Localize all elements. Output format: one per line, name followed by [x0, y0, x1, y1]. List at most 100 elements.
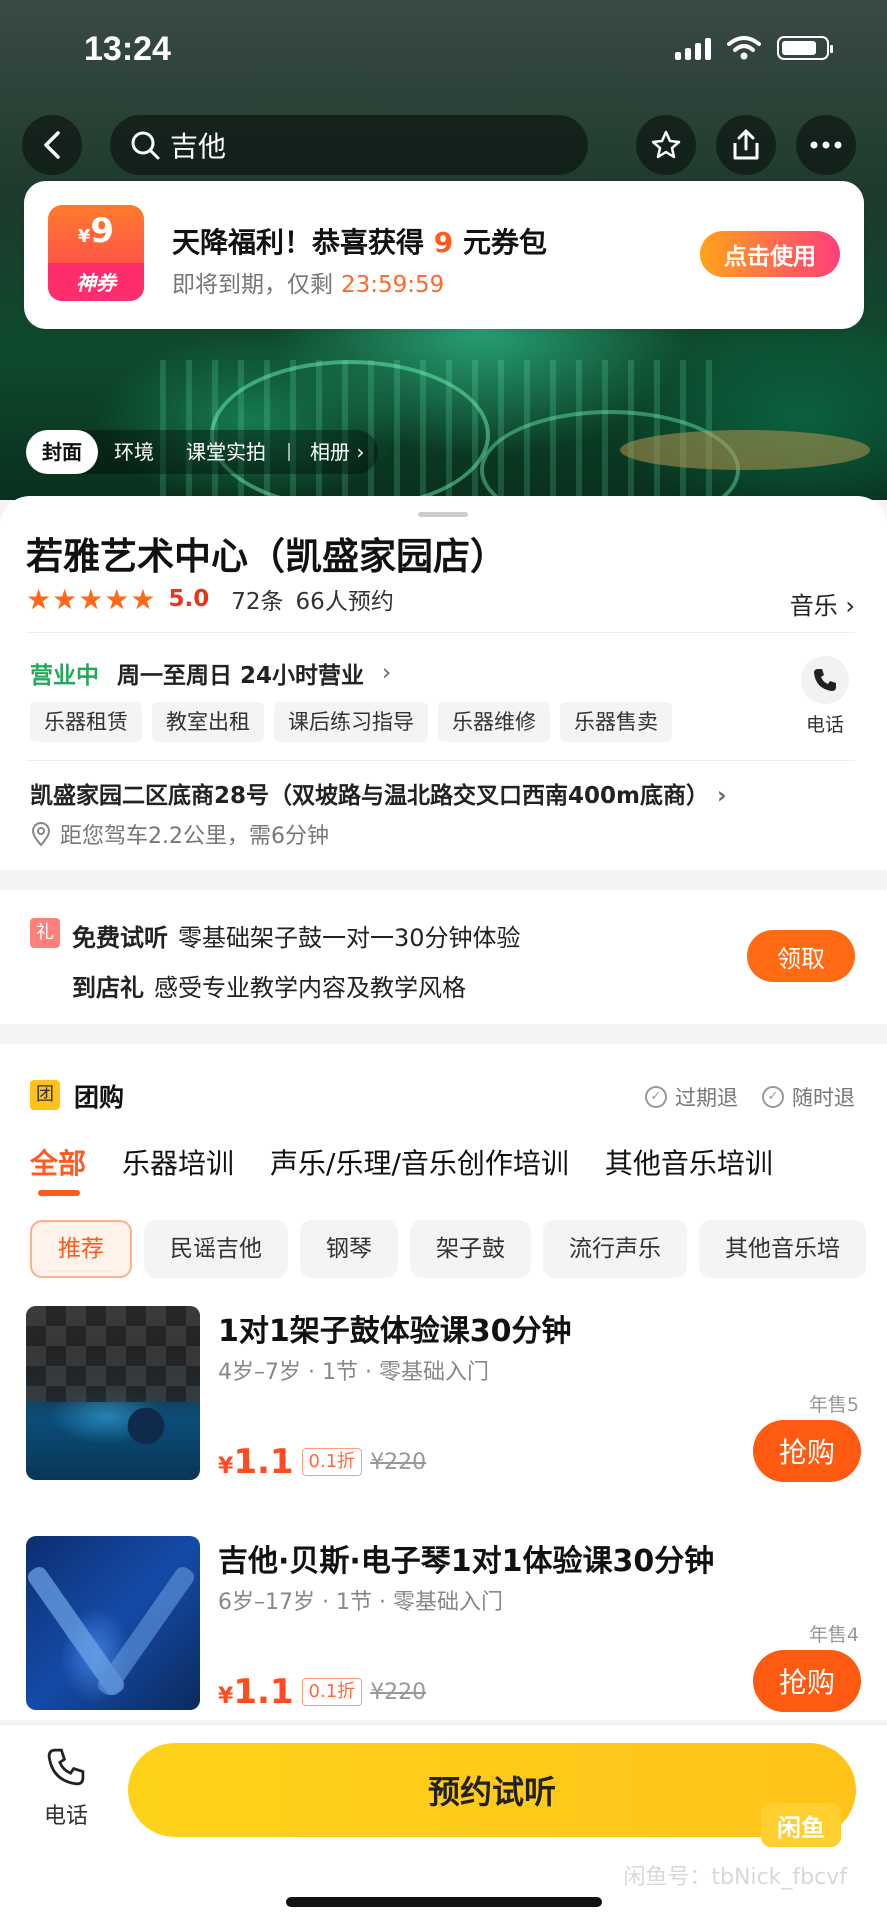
- share-icon: [733, 129, 759, 160]
- album-separator: [288, 443, 290, 461]
- claim-button[interactable]: 领取: [747, 930, 855, 982]
- phone-label: 电话: [805, 714, 844, 736]
- deal-item[interactable]: 吉他·贝斯·电子琴1对1体验课30分钟 6岁–17岁 · 1节 · 零基础入门 …: [26, 1536, 861, 1712]
- price-symbol: ¥: [218, 1454, 234, 1479]
- sub-tab-drums[interactable]: 架子鼓: [410, 1220, 531, 1278]
- album-tab-cover[interactable]: 封面: [26, 430, 98, 474]
- sub-tab-piano[interactable]: 钢琴: [300, 1220, 398, 1278]
- buy-button[interactable]: 抢购: [753, 1650, 861, 1712]
- album-tab-class-photos[interactable]: 课堂实拍: [170, 430, 282, 474]
- divider: [26, 760, 855, 761]
- favorite-button[interactable]: [636, 115, 696, 175]
- price-value: 1.1: [233, 1672, 294, 1712]
- bottom-phone-label: 电话: [43, 1804, 88, 1829]
- group-buy-section: 团 团购 ✓ 过期退 ✓ 随时退 全部 乐器培训 声乐/乐理/音乐创作培训 其他音乐…: [0, 1044, 887, 1720]
- coupon-icon: ¥9 神券: [48, 205, 144, 301]
- service-tag: 乐器维修: [438, 702, 550, 742]
- distance-info: 距您驾车2.2公里，需6分钟: [30, 818, 329, 850]
- rating-score: 5.0: [168, 586, 210, 612]
- category-tab-all[interactable]: 全部: [30, 1142, 86, 1196]
- location-pin-icon: [31, 822, 51, 846]
- shop-address[interactable]: 凯盛家园二区底商28号（双坡路与温北路交叉口西南400m底商） ›: [30, 776, 726, 810]
- coupon-title: 天降福利！恭喜获得 9 元券包: [172, 221, 547, 261]
- phone-icon: [38, 1747, 94, 1798]
- wifi-icon: [727, 36, 761, 60]
- album-tab-environment[interactable]: 环境: [98, 430, 170, 474]
- search-icon: [131, 131, 160, 160]
- search-bar[interactable]: 吉他: [110, 115, 588, 175]
- more-button[interactable]: [796, 115, 856, 175]
- deal-price-row: ¥1.1 0.1折 ¥220: [218, 1442, 426, 1482]
- status-time: 13:24: [84, 30, 171, 68]
- album-link[interactable]: 相册 ›: [294, 430, 364, 474]
- album-link-label: 相册: [310, 440, 350, 464]
- deal-price: ¥1.1: [218, 1442, 294, 1482]
- deal-meta: 6岁–17岁 · 1节 · 零基础入门: [218, 1590, 503, 1615]
- original-price: ¥220: [370, 1679, 427, 1705]
- deal-price-row: ¥1.1 0.1折 ¥220: [218, 1672, 426, 1712]
- more-icon: [810, 141, 842, 149]
- deal-title: 吉他·贝斯·电子琴1对1体验课30分钟: [218, 1544, 715, 1579]
- chevron-right-icon: ›: [717, 783, 727, 809]
- phone-icon: [801, 656, 849, 704]
- share-button[interactable]: [716, 115, 776, 175]
- guarantees: ✓ 过期退 ✓ 随时退: [645, 1082, 855, 1112]
- battery-icon: [777, 36, 833, 60]
- home-indicator[interactable]: [286, 1897, 602, 1907]
- sub-tab-other-music[interactable]: 其他音乐培: [699, 1220, 866, 1278]
- reserve-trial-button[interactable]: 预约试听: [128, 1743, 856, 1837]
- coupon-countdown: 23:59:59: [341, 272, 445, 298]
- group-badge-icon: 团: [30, 1080, 60, 1110]
- use-coupon-button[interactable]: 点击使用: [700, 231, 840, 277]
- price-value: 1.1: [233, 1442, 294, 1482]
- shop-category[interactable]: 音乐 ›: [790, 586, 855, 621]
- distance-text: 距您驾车2.2公里，需6分钟: [60, 824, 329, 849]
- shop-name: 若雅艺术中心（凯盛家园店）: [26, 535, 507, 578]
- search-query: 吉他: [170, 130, 227, 163]
- service-tag: 乐器租赁: [30, 702, 142, 742]
- chevron-right-icon: ›: [382, 660, 392, 686]
- open-status: 营业中: [30, 663, 99, 689]
- guarantee-item: ✓ 过期退: [645, 1082, 738, 1112]
- status-icons: [675, 36, 833, 60]
- buy-button[interactable]: 抢购: [753, 1420, 861, 1482]
- group-buy-title: 团购: [74, 1083, 125, 1112]
- coupon-banner[interactable]: ¥9 神券 天降福利！恭喜获得 9 元券包 即将到期，仅剩 23:59:59 点击…: [24, 181, 864, 329]
- back-button[interactable]: [22, 115, 82, 175]
- bottom-phone-button[interactable]: 电话: [38, 1747, 94, 1830]
- signal-icon: [675, 36, 711, 60]
- check-circle-icon: ✓: [645, 1086, 667, 1108]
- sub-tab-folk-guitar[interactable]: 民谣吉他: [144, 1220, 288, 1278]
- category-tab-instrument[interactable]: 乐器培训: [122, 1142, 234, 1182]
- deal-title: 1对1架子鼓体验课30分钟: [218, 1314, 572, 1349]
- chevron-right-icon: ›: [845, 592, 855, 620]
- category-tabs: 全部 乐器培训 声乐/乐理/音乐创作培训 其他音乐培训: [30, 1142, 773, 1196]
- booking-count: 66人预约: [295, 589, 394, 615]
- shop-info-card: 若雅艺术中心（凯盛家园店） ★★★★★ 5.0 72条 66人预约 音乐 › 营…: [0, 496, 887, 870]
- review-count: 72条: [231, 589, 284, 615]
- gift-card: 礼 免费试听 零基础架子鼓一对一30分钟体验 到店礼 感受专业教学内容及教学风格 领…: [0, 890, 887, 1024]
- phone-button[interactable]: 电话: [795, 656, 855, 737]
- category-tab-other[interactable]: 其他音乐培训: [605, 1142, 773, 1182]
- category-tab-vocal[interactable]: 声乐/乐理/音乐创作培训: [270, 1142, 569, 1182]
- sub-tab-recommended[interactable]: 推荐: [30, 1220, 132, 1278]
- deal-thumbnail: [26, 1306, 200, 1480]
- coupon-expiry: 即将到期，仅剩 23:59:59: [172, 265, 444, 299]
- cymbal-shape: [620, 430, 870, 470]
- deal-thumbnail: [26, 1536, 200, 1710]
- deal-meta: 4岁–7岁 · 1节 · 零基础入门: [218, 1360, 489, 1385]
- rating-row[interactable]: ★★★★★ 5.0 72条 66人预约: [26, 582, 394, 616]
- deal-sold: 年售4: [808, 1624, 859, 1646]
- guarantee-label: 过期退: [675, 1086, 738, 1110]
- discount-badge: 0.1折: [301, 1678, 363, 1706]
- sub-tab-pop-vocal[interactable]: 流行声乐: [543, 1220, 687, 1278]
- gift-trial-text: 零基础架子鼓一对一30分钟体验: [178, 924, 521, 952]
- original-price: ¥220: [370, 1449, 427, 1475]
- coupon-title-suffix: 元券包: [463, 226, 548, 259]
- sheet-grip[interactable]: [418, 512, 468, 517]
- service-tags: 乐器租赁 教室出租 课后练习指导 乐器维修 乐器售卖: [30, 702, 672, 742]
- service-tag: 教室出租: [152, 702, 264, 742]
- deal-item[interactable]: 1对1架子鼓体验课30分钟 4岁–7岁 · 1节 · 零基础入门 年售5 ¥1.…: [26, 1306, 861, 1482]
- business-hours[interactable]: 营业中 周一至周日 24小时营业 ›: [30, 656, 391, 690]
- coupon-title-prefix: 天降福利！恭喜获得: [172, 226, 425, 259]
